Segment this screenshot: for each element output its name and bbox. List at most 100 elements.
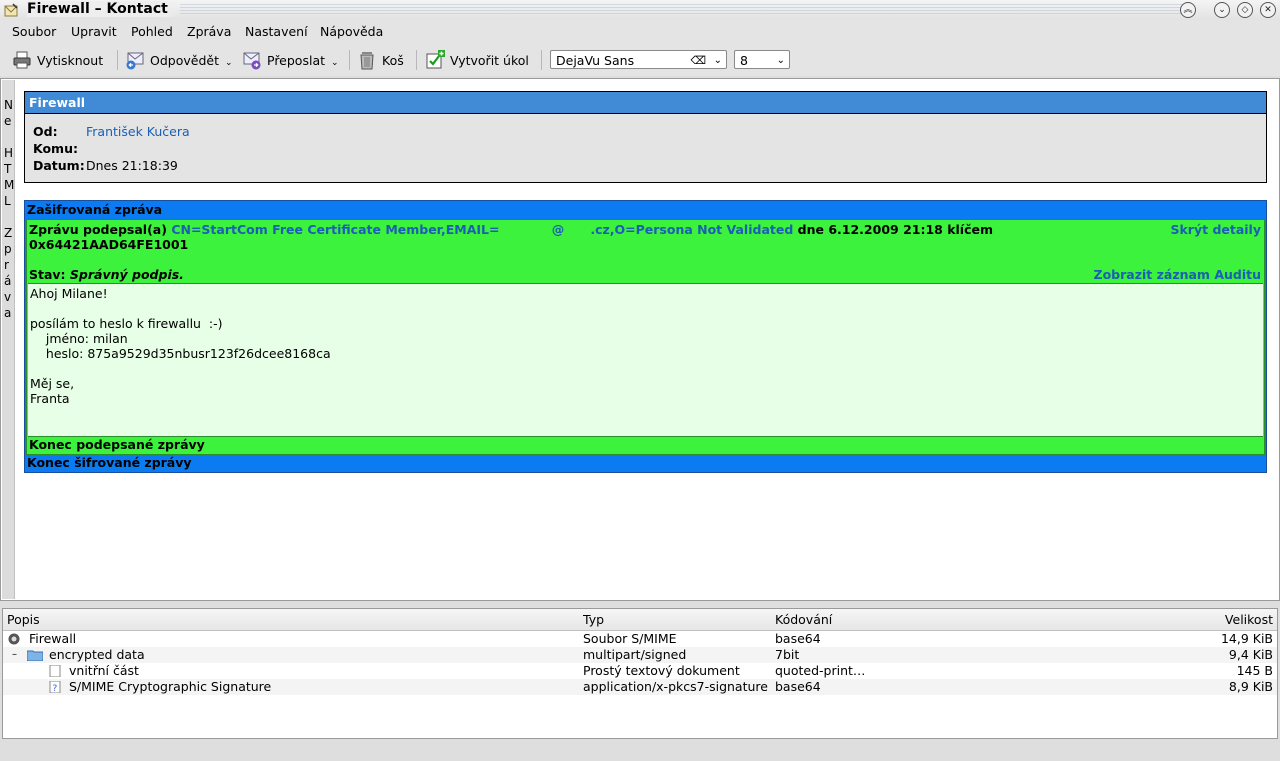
font-family-combo[interactable]: DejaVu Sans ⌫ ⌄ xyxy=(550,50,727,69)
part-name: vnitřní část xyxy=(69,663,139,678)
menu-soubor[interactable]: Soubor xyxy=(12,24,56,39)
strip-char: a xyxy=(4,306,12,320)
tree-row[interactable]: ? S/MIME Cryptographic Signature applica… xyxy=(3,679,1277,695)
part-name: S/MIME Cryptographic Signature xyxy=(69,679,272,694)
part-name: Firewall xyxy=(29,631,77,646)
parts-header: Popis Typ Kódování Velikost xyxy=(3,609,1277,631)
html-mode-indicator[interactable]: N e H T M L Z p r á v a xyxy=(2,80,15,599)
toolbar-separator xyxy=(416,50,417,70)
from-link[interactable]: František Kučera xyxy=(86,124,190,139)
part-type: Prostý textový dokument xyxy=(583,663,740,678)
print-button[interactable]: Vytisknout xyxy=(12,48,103,72)
font-size-value: 8 xyxy=(740,53,748,68)
forward-button[interactable]: Přeposlat xyxy=(242,48,325,72)
unknown-file-icon: ? xyxy=(49,681,61,693)
chevron-down-icon: ⌄ xyxy=(713,55,722,66)
to-row: Komu: xyxy=(33,141,86,156)
strip-char: á xyxy=(4,274,12,288)
col-type[interactable]: Typ xyxy=(583,612,604,627)
menu-pohled[interactable]: Pohled xyxy=(131,24,173,39)
body-line: Měj se, xyxy=(30,376,75,391)
trash-button[interactable]: Koš xyxy=(357,48,404,72)
reply-label: Odpovědět xyxy=(150,52,219,68)
strip-char: H xyxy=(4,146,14,160)
signed-date: dne 6.12.2009 21:18 klíčem xyxy=(797,222,993,237)
to-label: Komu: xyxy=(33,141,78,156)
reply-dropdown-icon[interactable]: ⌄ xyxy=(225,58,233,68)
menu-upravit[interactable]: Upravit xyxy=(71,24,117,39)
col-encoding[interactable]: Kódování xyxy=(775,612,832,627)
date-value: Dnes 21:18:39 xyxy=(86,158,178,173)
part-size: 9,4 KiB xyxy=(1228,647,1273,662)
message-reader: N e H T M L Z p r á v a Firewall Od: Fran… xyxy=(0,78,1280,601)
date-row: Datum:Dnes 21:18:39 xyxy=(33,158,178,173)
signer-line: Zprávu podepsal(a) CN=StartCom Free Cert… xyxy=(29,222,993,237)
folder-icon xyxy=(27,650,43,661)
body-line xyxy=(30,301,1261,316)
trash-label: Koš xyxy=(382,52,404,68)
signer-link[interactable]: CN=StartCom Free Certificate Member,EMAI… xyxy=(171,222,793,237)
part-size: 8,9 KiB xyxy=(1228,679,1273,694)
strip-char: p xyxy=(4,242,12,256)
minimize-icon[interactable]: ⌄ xyxy=(1214,2,1230,18)
window-title: Firewall – Kontact xyxy=(27,1,178,17)
col-size[interactable]: Velikost xyxy=(1225,612,1273,627)
from-row: Od: František Kučera xyxy=(33,124,190,139)
toolbar-separator xyxy=(349,50,350,70)
smime-icon xyxy=(8,633,20,645)
print-label: Vytisknout xyxy=(37,52,104,68)
maximize-icon[interactable]: ◇ xyxy=(1237,2,1253,18)
menu-zprava[interactable]: Zpráva xyxy=(187,24,231,39)
text-document-icon xyxy=(49,665,61,677)
encrypted-title: Zašifrovaná zpráva xyxy=(27,202,163,217)
reply-icon xyxy=(126,52,144,70)
reply-button[interactable]: Odpovědět xyxy=(125,48,219,72)
part-encoding: quoted-print… xyxy=(775,663,866,678)
from-label: Od: xyxy=(33,124,58,139)
titlebar-decoration xyxy=(180,4,1190,16)
tree-row[interactable]: vnitřní část Prostý textový dokument quo… xyxy=(3,663,1277,679)
part-size: 14,9 KiB xyxy=(1220,631,1273,646)
close-icon[interactable]: ✕ xyxy=(1260,2,1276,18)
part-name: encrypted data xyxy=(49,647,145,662)
signed-by-prefix: Zprávu podepsal(a) xyxy=(29,222,167,237)
create-task-label: Vytvořit úkol xyxy=(450,52,529,68)
tree-row[interactable]: Firewall Soubor S/MIME base64 14,9 KiB xyxy=(3,631,1277,647)
forward-label: Přeposlat xyxy=(267,52,326,68)
part-encoding: 7bit xyxy=(775,647,800,662)
kontact-app-icon xyxy=(4,3,18,17)
hide-details-link[interactable]: Skrýt detaily xyxy=(1170,222,1261,237)
create-task-button[interactable]: Vytvořit úkol xyxy=(425,48,529,72)
message-body: Ahoj Milane! posílám to heslo k firewall… xyxy=(28,283,1263,437)
forward-dropdown-icon[interactable]: ⌄ xyxy=(331,58,339,68)
body-line: posílám to heslo k firewallu :-) xyxy=(30,316,223,331)
strip-char: M xyxy=(4,178,15,192)
clear-icon[interactable]: ⌫ xyxy=(690,51,706,70)
printer-icon xyxy=(13,51,31,69)
date-label: Datum: xyxy=(33,158,85,173)
main-toolbar: Vytisknout Odpovědět ⌄ Přeposlat ⌄ Koš V… xyxy=(0,44,1280,76)
mime-parts-tree: Popis Typ Kódování Velikost Firewall Sou… xyxy=(2,608,1278,739)
col-description[interactable]: Popis xyxy=(7,612,40,627)
part-type: Soubor S/MIME xyxy=(583,631,677,646)
menu-napoveda[interactable]: Nápověda xyxy=(320,24,383,39)
font-size-combo[interactable]: 8 ⌄ xyxy=(734,50,790,69)
body-line: Franta xyxy=(30,391,70,406)
pane-splitter[interactable] xyxy=(0,601,1280,607)
part-type: multipart/signed xyxy=(583,647,687,662)
audit-log-link[interactable]: Zobrazit záznam Auditu xyxy=(1094,267,1261,282)
collapse-icon[interactable]: – xyxy=(12,647,17,663)
encrypted-message-block: Zašifrovaná zpráva Zprávu podepsal(a) CN… xyxy=(24,200,1267,473)
body-line: heslo: 875a9529d35nbusr123f26dcee8168ca xyxy=(30,346,331,361)
strip-char: e xyxy=(4,114,12,128)
window-titlebar: Firewall – Kontact ︽ ⌄ ◇ ✕ xyxy=(0,0,1280,20)
forward-icon xyxy=(243,52,261,70)
message-subject: Firewall xyxy=(25,92,1266,114)
font-family-value: DejaVu Sans xyxy=(556,53,635,68)
chevron-down-icon: ⌄ xyxy=(776,55,785,66)
trash-icon xyxy=(360,52,374,70)
strip-char: N xyxy=(4,98,13,112)
menu-nastaveni[interactable]: Nastavení xyxy=(245,24,308,39)
tree-row[interactable]: – encrypted data multipart/signed 7bit 9… xyxy=(3,647,1277,663)
keep-above-icon[interactable]: ︽ xyxy=(1180,2,1196,18)
